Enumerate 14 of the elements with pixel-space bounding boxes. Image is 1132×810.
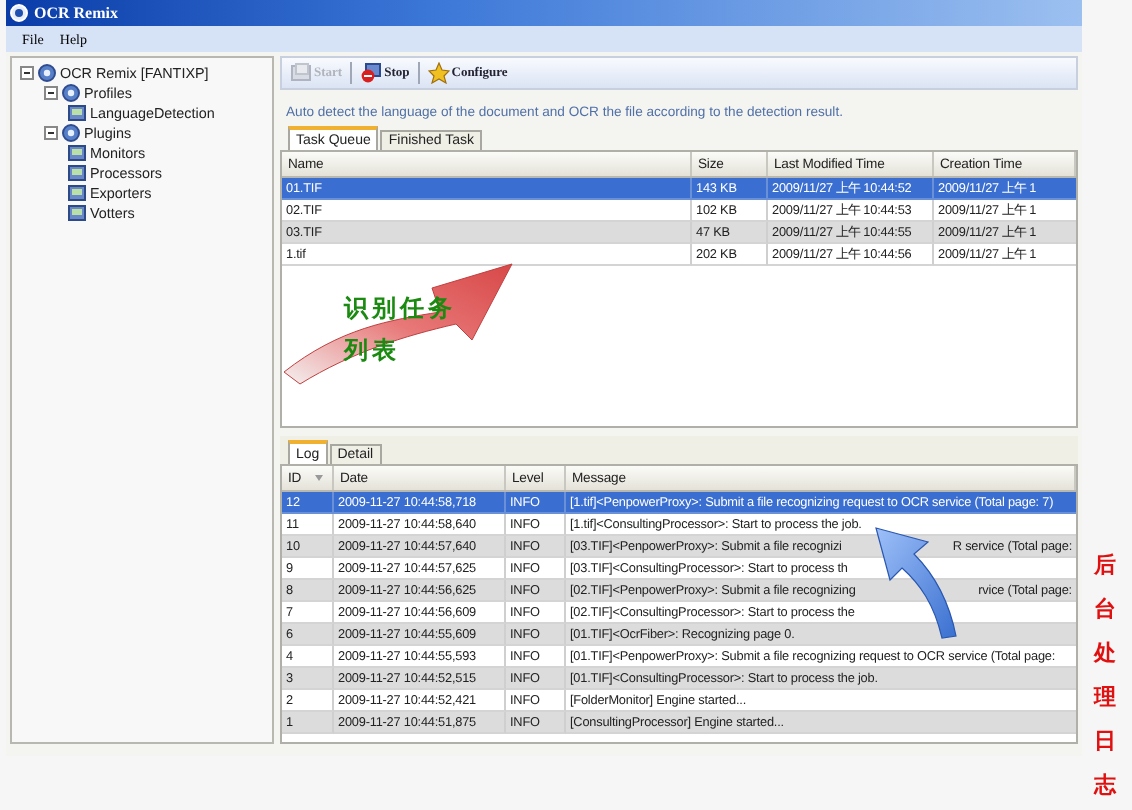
sort-icon [313, 474, 324, 482]
star-icon [427, 62, 450, 84]
callout-text: 识别任务列表 [344, 292, 456, 368]
window-icon [290, 62, 312, 84]
callout-text: 后台处理日志 [1094, 550, 1116, 802]
arrow-drawing [872, 524, 960, 640]
collapse-icon[interactable] [20, 65, 34, 79]
collapse-icon[interactable] [44, 125, 58, 139]
module-icon [68, 103, 86, 121]
window-title: OCR Remix [34, 4, 118, 22]
gear-icon [62, 123, 80, 141]
collapse-icon[interactable] [44, 85, 58, 99]
app-icon [10, 4, 28, 22]
stop-icon [360, 62, 383, 84]
